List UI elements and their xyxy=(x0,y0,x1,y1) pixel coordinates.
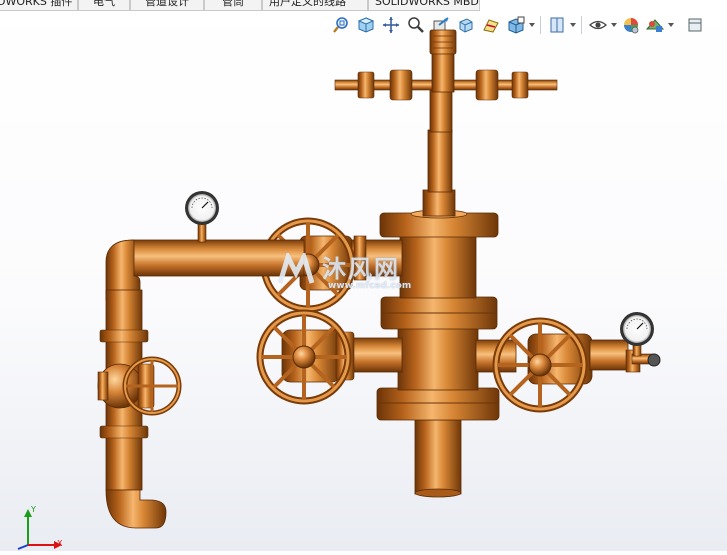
handwheel-lower-left[interactable] xyxy=(256,309,352,405)
triad-y-label: Y xyxy=(31,505,36,514)
triad-x-label: X xyxy=(57,539,63,548)
graphics-area[interactable] xyxy=(0,0,727,551)
pressure-gauge-left[interactable] xyxy=(185,191,219,243)
reference-triad: Y X xyxy=(6,505,66,551)
handwheel-lower-right[interactable] xyxy=(492,317,588,413)
handwheel-left[interactable] xyxy=(122,356,182,416)
